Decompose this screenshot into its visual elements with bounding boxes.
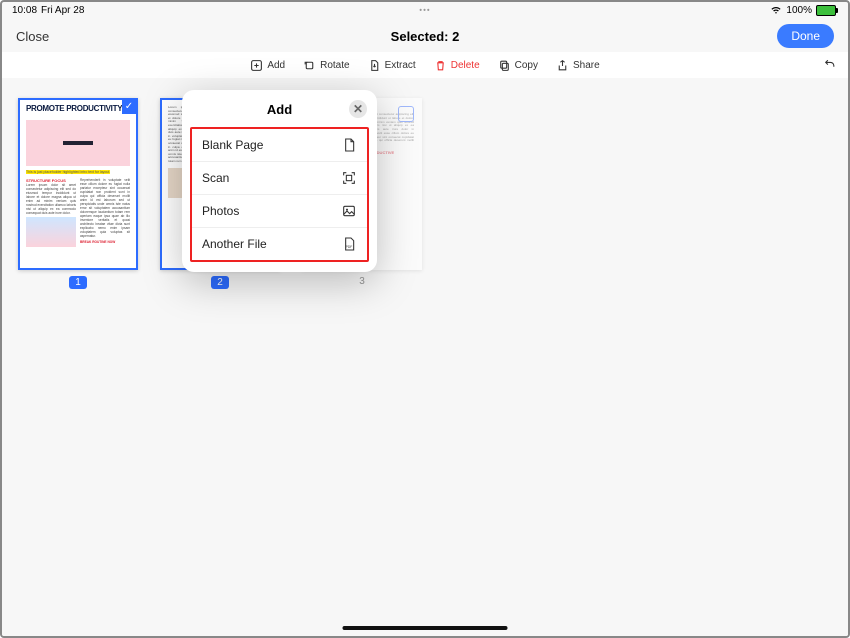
battery-icon xyxy=(816,5,838,16)
popover-option-list: Blank Page Scan Photos Another File PDF xyxy=(190,127,369,262)
toolbar-copy[interactable]: Copy xyxy=(498,59,538,72)
check-icon: ✓ xyxy=(122,100,136,114)
blank-page-icon xyxy=(341,137,357,153)
share-icon xyxy=(556,59,569,72)
toolbar-rotate[interactable]: Rotate xyxy=(303,59,349,72)
option-blank-label: Blank Page xyxy=(202,138,263,152)
toolbar-copy-label: Copy xyxy=(515,60,538,71)
scan-icon xyxy=(341,170,357,186)
toolbar-add-label: Add xyxy=(267,60,285,71)
nav-title: Selected: 2 xyxy=(391,29,460,44)
page-number-3: 3 xyxy=(359,276,365,287)
doc-headline: PROMOTE PRODUCTIVITY xyxy=(20,100,136,118)
extract-icon xyxy=(368,59,381,72)
photos-icon xyxy=(341,203,357,219)
page-number-1: 1 xyxy=(69,276,87,289)
toolbar-extract-label: Extract xyxy=(385,60,416,71)
page-number-2: 2 xyxy=(211,276,229,289)
nav-bar: Close Selected: 2 Done xyxy=(2,20,848,52)
copy-icon xyxy=(498,59,511,72)
ipad-screen: 10:08 Fri Apr 28 ••• 100% Close Selected… xyxy=(0,0,850,638)
unchecked-box-icon[interactable] xyxy=(398,106,414,122)
toolbar-delete[interactable]: Delete xyxy=(434,59,480,72)
add-popover: Add ✕ Blank Page Scan Photos Another Fil… xyxy=(182,90,377,272)
status-bar: 10:08 Fri Apr 28 ••• 100% xyxy=(2,2,848,18)
rotate-icon xyxy=(303,59,316,72)
popover-title: Add xyxy=(267,102,292,117)
done-button[interactable]: Done xyxy=(777,24,834,48)
multitask-dots-icon[interactable]: ••• xyxy=(419,6,430,15)
status-time: 10:08 xyxy=(12,5,37,16)
svg-text:PDF: PDF xyxy=(346,245,353,249)
option-another-label: Another File xyxy=(202,237,267,251)
option-blank-page[interactable]: Blank Page xyxy=(192,129,367,161)
status-date: Fri Apr 28 xyxy=(41,5,84,16)
home-indicator[interactable] xyxy=(343,626,508,630)
option-photos-label: Photos xyxy=(202,204,239,218)
close-icon[interactable]: ✕ xyxy=(349,100,367,118)
toolbar: Add Rotate Extract Delete Copy Share xyxy=(2,52,848,79)
toolbar-share-label: Share xyxy=(573,60,600,71)
trash-icon xyxy=(434,59,447,72)
option-another-file[interactable]: Another File PDF xyxy=(192,227,367,260)
option-photos[interactable]: Photos xyxy=(192,194,367,227)
wifi-icon xyxy=(770,3,782,18)
toolbar-add[interactable]: Add xyxy=(250,59,285,72)
toolbar-extract[interactable]: Extract xyxy=(368,59,416,72)
toolbar-share[interactable]: Share xyxy=(556,59,600,72)
add-icon xyxy=(250,59,263,72)
undo-button[interactable] xyxy=(823,57,836,73)
toolbar-rotate-label: Rotate xyxy=(320,60,349,71)
page-grid: ✓ PROMOTE PRODUCTIVITY This is just plac… xyxy=(2,78,848,636)
option-scan[interactable]: Scan xyxy=(192,161,367,194)
toolbar-delete-label: Delete xyxy=(451,60,480,71)
close-button[interactable]: Close xyxy=(16,29,49,44)
undo-icon xyxy=(823,57,836,70)
battery-percent: 100% xyxy=(786,5,812,16)
page-thumb-1[interactable]: ✓ PROMOTE PRODUCTIVITY This is just plac… xyxy=(18,98,138,289)
option-scan-label: Scan xyxy=(202,171,229,185)
pdf-file-icon: PDF xyxy=(341,236,357,252)
